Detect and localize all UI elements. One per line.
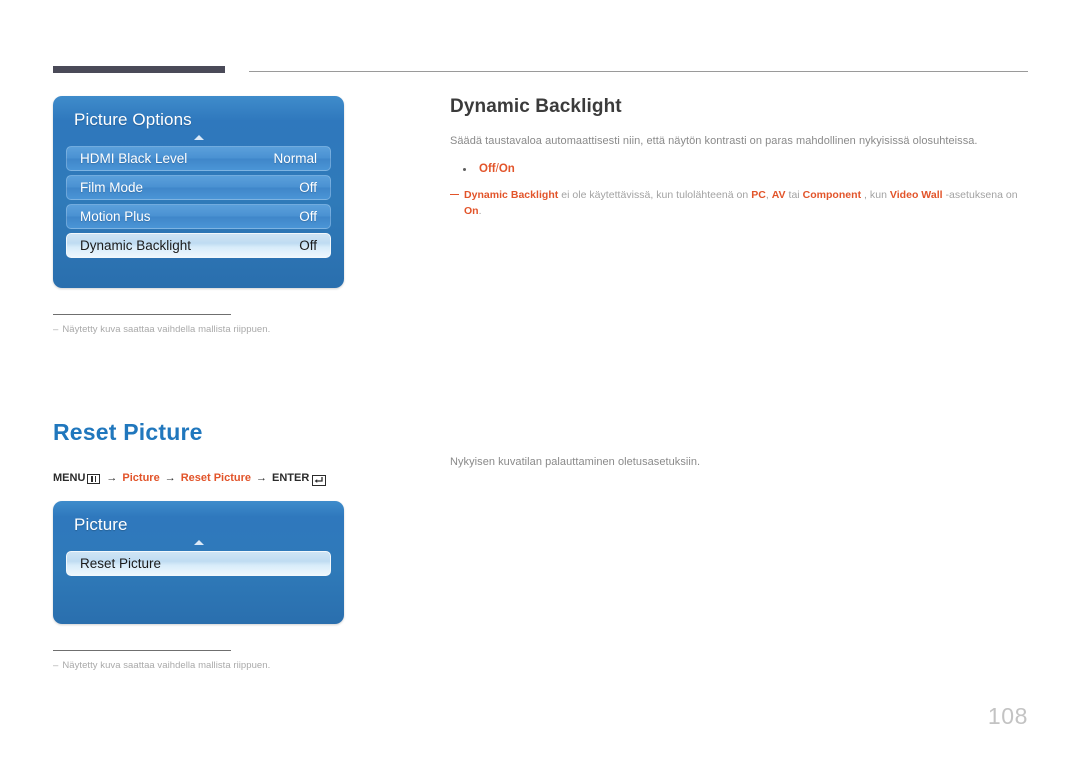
left-column: Picture Options HDMI Black Level Normal … — [53, 96, 413, 671]
section-description: Nykyisen kuvatilan palauttaminen oletusa… — [450, 455, 701, 468]
breadcrumb-arrow: → — [164, 472, 176, 484]
note-dynamic-backlight-availability: Dynamic Backlight ei ole käytettävissä, … — [450, 188, 1028, 220]
footnote-section-2: – Näytetty kuva saattaa vaihdella mallist… — [53, 650, 353, 671]
option-values-list: Off/On — [450, 161, 1028, 178]
osd-row-label: HDMI Black Level — [80, 151, 188, 166]
note-term-on: On — [464, 204, 479, 217]
footnote-line: – Näytetty kuva saattaa vaihdella mallist… — [53, 324, 353, 335]
osd-row-value: Off — [299, 238, 317, 253]
breadcrumb-item-picture[interactable]: Picture — [122, 472, 159, 484]
note-term-component: Component — [802, 189, 862, 202]
menu-grid-icon — [87, 474, 101, 484]
header-rule-thick — [53, 66, 225, 73]
footnote-text: Näytetty kuva saattaa vaihdella mallista… — [62, 660, 271, 671]
breadcrumb: MENU → Picture → Reset Picture → ENTER — [53, 472, 413, 486]
breadcrumb-enter-label: ENTER — [272, 472, 310, 484]
osd-row-label: Film Mode — [80, 180, 144, 195]
osd-row-value: Normal — [273, 151, 317, 166]
note-term-dynamic-backlight: Dynamic Backlight — [464, 189, 559, 202]
option-off: Off — [479, 162, 496, 175]
osd-row-motion-plus[interactable]: Motion Plus Off — [66, 204, 331, 229]
manual-page: Picture Options HDMI Black Level Normal … — [0, 0, 1080, 763]
section-description: Säädä taustavaloa automaattisesti niin, … — [450, 135, 978, 147]
osd-row-reset-picture[interactable]: Reset Picture — [66, 551, 331, 576]
note-term-pc: PC — [751, 189, 766, 202]
note-text: Dynamic Backlight ei ole käytettävissä, … — [464, 188, 1028, 220]
scroll-up-arrow-icon[interactable] — [193, 540, 204, 545]
osd-row-value: Off — [299, 180, 317, 195]
breadcrumb-item-reset-picture[interactable]: Reset Picture — [181, 472, 251, 484]
osd-row-value: Off — [299, 209, 317, 224]
osd-panel-title: Picture Options — [74, 110, 192, 129]
osd-row-label: Motion Plus — [80, 209, 151, 224]
footnote-rule — [53, 314, 231, 315]
list-item: Off/On — [463, 161, 1028, 178]
right-column: Dynamic Backlight Säädä taustavaloa auto… — [450, 96, 1028, 482]
page-header-rules — [0, 66, 1080, 76]
bullet-icon — [463, 167, 466, 171]
section-title-reset-picture: Reset Picture — [53, 419, 203, 445]
osd-row-hdmi-black-level[interactable]: HDMI Black Level Normal — [66, 146, 331, 171]
note-fragment: . — [478, 204, 482, 217]
section-title-dynamic-backlight: Dynamic Backlight — [450, 96, 622, 117]
osd-panel-title: Picture — [74, 515, 128, 534]
osd-panel-picture: Picture Reset Picture — [53, 501, 344, 624]
note-dash-icon — [450, 194, 459, 196]
enter-return-icon — [312, 474, 327, 486]
footnote-dash: – — [53, 324, 59, 335]
note-fragment: tai — [785, 189, 803, 202]
page-number: 108 — [987, 703, 1028, 729]
option-on: On — [498, 162, 515, 175]
note-fragment: -asetuksena on — [942, 189, 1018, 202]
note-fragment: , kun — [861, 189, 890, 202]
breadcrumb-menu-label: MENU — [53, 472, 86, 484]
footnote-rule — [53, 650, 231, 651]
osd-row-list: HDMI Black Level Normal Film Mode Off Mo… — [53, 146, 344, 258]
breadcrumb-arrow: → — [256, 472, 267, 484]
note-term-video-wall: Video Wall — [889, 189, 943, 202]
section-reset-picture-right: Nykyisen kuvatilan palauttaminen oletusa… — [450, 455, 1028, 471]
footnote-section-1: – Näytetty kuva saattaa vaihdella mallist… — [53, 314, 353, 335]
note-fragment: ei ole käytettävissä, kun tulolähteenä o… — [558, 189, 752, 202]
osd-row-label: Dynamic Backlight — [80, 238, 192, 253]
footnote-dash: – — [53, 660, 59, 671]
scroll-up-arrow-icon[interactable] — [193, 135, 204, 140]
osd-row-dynamic-backlight[interactable]: Dynamic Backlight Off — [66, 233, 331, 258]
osd-row-film-mode[interactable]: Film Mode Off — [66, 175, 331, 200]
note-term-av: AV — [771, 189, 786, 202]
osd-panel-picture-options: Picture Options HDMI Black Level Normal … — [53, 96, 344, 288]
section-reset-picture-left: Reset Picture MENU → Picture → Reset Pic… — [53, 419, 413, 671]
footnote-line: – Näytetty kuva saattaa vaihdella mallist… — [53, 660, 353, 671]
osd-row-list: Reset Picture — [53, 551, 344, 576]
footnote-text: Näytetty kuva saattaa vaihdella mallista… — [62, 324, 271, 335]
breadcrumb-arrow: → — [106, 472, 118, 484]
osd-row-label: Reset Picture — [80, 556, 162, 571]
header-rule-thin — [249, 71, 1028, 72]
